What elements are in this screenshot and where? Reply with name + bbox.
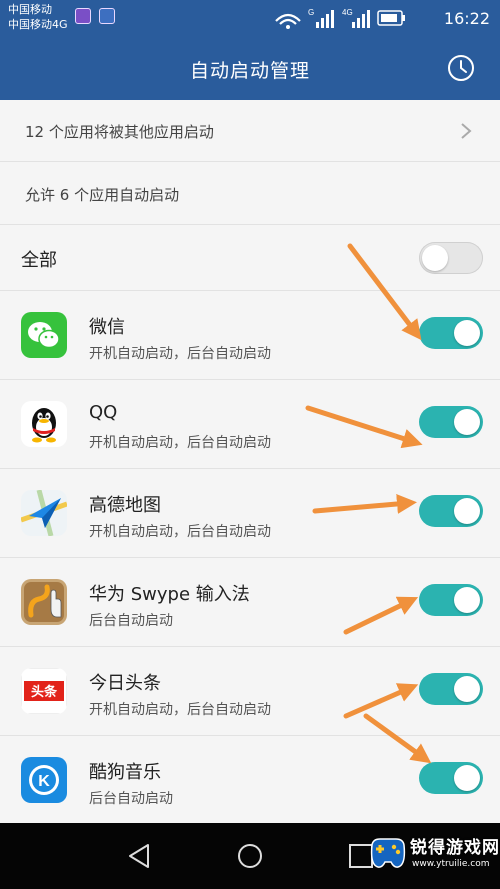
app-name: 华为 Swype 输入法 [89,584,250,605]
wechat-toggle[interactable] [419,317,483,349]
toutiao-logo-text: 头条 [31,684,58,700]
app-description: 开机自动启动，后台自动启动 [89,435,271,451]
app-name: 微信 [89,317,125,338]
signal-wifi-icons: G 4G [275,8,405,29]
watermark: 锐得游戏网 www.ytruilie.com [362,821,500,889]
app-row-amap: 高德地图 开机自动启动，后台自动启动 [0,469,500,558]
app-row-toutiao: 头条 今日头条 开机自动启动，后台自动启动 [0,647,500,736]
notification-app-icon [75,8,91,24]
allowed-count-label: 允许 6 个应用自动启动 [25,186,180,204]
amap-toggle[interactable] [419,495,483,527]
all-toggle[interactable] [419,242,483,274]
app-name: 今日头条 [89,673,161,694]
toggle-knob [454,320,480,346]
gamepad-logo-icon [370,838,406,868]
swype-icon [21,579,67,625]
app-description: 开机自动启动，后台自动启动 [89,346,271,362]
chevron-right-icon [461,123,472,139]
back-triangle-icon [129,844,149,868]
toggle-knob [454,409,480,435]
kugou-icon: K [21,757,67,803]
toutiao-toggle[interactable] [419,673,483,705]
toggle-knob [454,765,480,791]
all-label: 全部 [21,250,57,271]
app-bar: 自动启动管理 [0,36,500,100]
home-circle-icon [238,844,262,868]
page-title: 自动启动管理 [189,60,310,82]
qq-toggle[interactable] [419,406,483,438]
toggle-knob [422,245,448,271]
app-description: 开机自动启动，后台自动启动 [89,702,271,718]
launched-by-others-row[interactable]: 12 个应用将被其他应用启动 [0,100,500,162]
swype-toggle[interactable] [419,584,483,616]
toggle-knob [454,676,480,702]
toggle-knob [454,498,480,524]
app-name: 酷狗音乐 [89,762,161,783]
app-name: QQ [89,402,118,423]
app-description: 后台自动启动 [89,613,173,629]
toutiao-icon: 头条 [21,668,67,714]
clock-icon [448,55,474,81]
toggle-knob [454,587,480,613]
clock: 16:22 [443,9,490,28]
app-description: 后台自动启动 [89,791,173,807]
watermark-title: 锐得游戏网 [410,838,500,858]
app-name: 高德地图 [89,495,161,516]
all-row: 全部 [0,226,500,291]
app-description: 开机自动启动，后台自动启动 [89,524,271,540]
allowed-count-row: 允许 6 个应用自动启动 [0,163,500,225]
back-button[interactable] [122,839,156,873]
network-type-2: 4G [342,8,353,17]
launched-by-others-label: 12 个应用将被其他应用启动 [25,123,214,141]
carrier-primary: 中国移动 [8,3,52,16]
qq-icon [21,401,67,447]
wechat-icon [21,312,67,358]
network-type-1: G [308,8,314,17]
notification-baidu-icon [99,8,115,24]
kugou-toggle[interactable] [419,762,483,794]
app-row-swype: 华为 Swype 输入法 后台自动启动 [0,558,500,647]
watermark-url: www.ytruilie.com [412,859,490,869]
app-row-qq: QQ 开机自动启动，后台自动启动 [0,380,500,469]
carrier-secondary: 中国移动4G [8,18,68,31]
amap-icon [21,490,67,536]
app-row-kugou: K 酷狗音乐 后台自动启动 [0,736,500,825]
home-button[interactable] [233,839,267,873]
kugou-logo-text: K [38,773,50,790]
history-button[interactable] [446,53,476,83]
status-bar: 中国移动 中国移动4G G 4G 16:22 [0,0,500,36]
app-row-wechat: 微信 开机自动启动，后台自动启动 [0,291,500,380]
